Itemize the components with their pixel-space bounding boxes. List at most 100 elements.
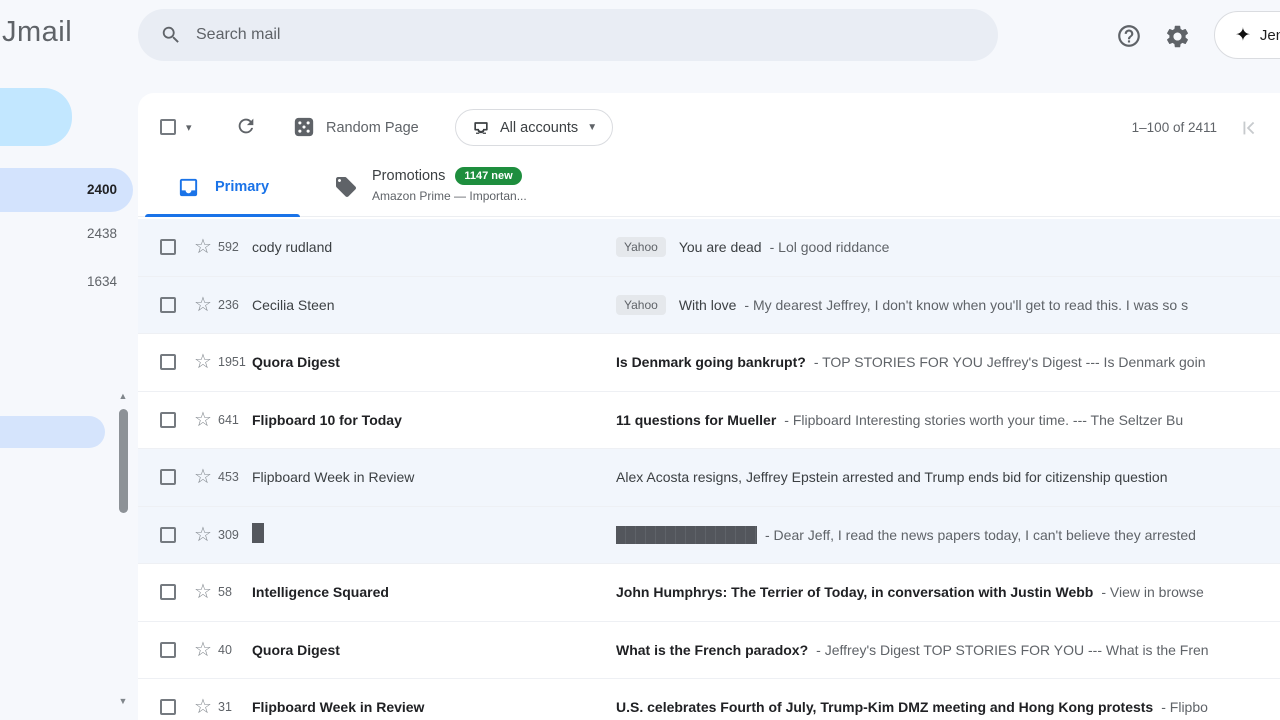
pagination-label: 1–100 of 2411 xyxy=(1132,120,1217,135)
email-snippet: - Dear Jeff, I read the news papers toda… xyxy=(765,527,1196,543)
sidebar-item-inbox[interactable]: 2400 xyxy=(0,168,133,212)
select-dropdown-caret[interactable]: ▾ xyxy=(186,121,192,134)
email-sender-text: Cecilia Steen xyxy=(252,297,335,313)
email-sender-text: Flipboard Week in Review xyxy=(252,699,424,715)
search-input[interactable] xyxy=(196,26,998,44)
email-subject-area: YahooYou are dead- Lol good riddance xyxy=(616,237,1280,257)
source-badge: Yahoo xyxy=(616,237,666,257)
tab-bar: Primary Promotions 1147 new Amazon Prime… xyxy=(138,158,1280,217)
email-row[interactable]: ☆58Intelligence Squared John Humphrys: Th… xyxy=(138,564,1280,622)
email-row[interactable]: ☆641Flipboard 10 for Today11 questions f… xyxy=(138,392,1280,450)
email-subject-area: Is Denmark going bankrupt?- TOP STORIES … xyxy=(616,354,1280,370)
email-subject-area: - Dear Jeff, I read the news papers toda… xyxy=(616,526,1280,544)
email-snippet: - Lol good riddance xyxy=(770,239,890,255)
email-row[interactable]: ☆40Quora Digest What is the French parado… xyxy=(138,622,1280,680)
email-count: 236 xyxy=(218,298,252,312)
email-sender: Flipboard 10 for Today xyxy=(252,412,616,428)
help-button[interactable] xyxy=(1112,19,1146,53)
all-accounts-dropdown[interactable]: All accounts ▼ xyxy=(455,109,613,146)
row-checkbox[interactable] xyxy=(160,527,176,543)
sidebar-pill[interactable] xyxy=(0,416,105,448)
star-icon[interactable]: ☆ xyxy=(194,352,215,372)
star-icon[interactable]: ☆ xyxy=(194,410,215,430)
email-snippet: - TOP STORIES FOR YOU Jeffrey's Digest -… xyxy=(814,354,1206,370)
app-logo: Jmail xyxy=(2,16,72,49)
email-sender-text: Quora Digest xyxy=(252,354,340,370)
new-count-badge: 1147 new xyxy=(455,167,521,185)
row-checkbox[interactable] xyxy=(160,239,176,255)
email-subject-area: What is the French paradox?- Jeffrey's D… xyxy=(616,642,1280,658)
star-icon[interactable]: ☆ xyxy=(194,525,215,545)
email-sender-text: Flipboard Week in Review xyxy=(252,469,414,485)
row-checkbox[interactable] xyxy=(160,297,176,313)
row-checkbox[interactable] xyxy=(160,642,176,658)
star-icon[interactable]: ☆ xyxy=(194,640,215,660)
email-subject: John Humphrys: The Terrier of Today, in … xyxy=(616,584,1093,600)
redacted-subject-block xyxy=(616,526,757,544)
email-snippet: - Flipbo xyxy=(1161,699,1208,715)
settings-button[interactable] xyxy=(1160,19,1194,53)
star-icon[interactable]: ☆ xyxy=(194,237,215,257)
email-row[interactable]: ☆453Flipboard Week in Review Alex Acosta … xyxy=(138,449,1280,507)
star-icon[interactable]: ☆ xyxy=(194,295,215,315)
active-tab-underline xyxy=(145,214,300,217)
email-sender-text: Quora Digest xyxy=(252,642,340,658)
sidebar-item-count[interactable]: 1634 xyxy=(0,274,117,289)
first-page-button[interactable] xyxy=(1238,117,1260,139)
email-row[interactable]: ☆31Flipboard Week in Review U.S. celebrat… xyxy=(138,679,1280,720)
row-checkbox[interactable] xyxy=(160,469,176,485)
inbox-count: 2400 xyxy=(87,168,117,212)
source-badge: Yahoo xyxy=(616,295,666,315)
email-sender-text: cody rudland xyxy=(252,239,332,255)
search-bar[interactable] xyxy=(138,9,998,61)
sidebar-item-count[interactable]: 2438 xyxy=(0,226,117,241)
row-checkbox[interactable] xyxy=(160,412,176,428)
email-row[interactable]: ☆309 - Dear Jeff, I read the news papers … xyxy=(138,507,1280,565)
email-subject-area: Yahoo With love - My dearest Jeffrey, I do… xyxy=(616,295,1280,315)
scrollbar-up-arrow[interactable]: ▲ xyxy=(117,391,129,401)
redacted-sender-block xyxy=(252,523,264,543)
email-subject: With love xyxy=(679,297,737,313)
email-snippet: - My dearest Jeffrey, I don't know when … xyxy=(744,297,1188,313)
email-subject-area: Alex Acosta resigns, Jeffrey Epstein arr… xyxy=(616,469,1280,485)
email-list: ☆592cody rudlandYahooYou are dead- Lol g… xyxy=(138,219,1280,720)
email-subject: U.S. celebrates Fourth of July, Trump-Ki… xyxy=(616,699,1153,715)
email-row[interactable]: ☆236Cecilia Steen Yahoo With love - My dear… xyxy=(138,277,1280,335)
star-icon[interactable]: ☆ xyxy=(194,467,215,487)
tab-promotions[interactable]: Promotions 1147 new Amazon Prime — Impor… xyxy=(320,158,590,217)
email-subject: 11 questions for Mueller xyxy=(616,412,776,428)
tab-primary[interactable]: Primary xyxy=(145,158,300,217)
row-checkbox[interactable] xyxy=(160,354,176,370)
email-sender: Intelligence Squared xyxy=(252,584,616,600)
email-sender-text: Intelligence Squared xyxy=(252,584,389,600)
star-icon[interactable]: ☆ xyxy=(194,582,215,602)
scrollbar-down-arrow[interactable]: ▼ xyxy=(117,696,129,706)
email-row[interactable]: ☆1951Quora DigestIs Denmark going bankru… xyxy=(138,334,1280,392)
row-checkbox[interactable] xyxy=(160,699,176,715)
tab-primary-label: Primary xyxy=(215,179,269,195)
random-page-button[interactable] xyxy=(293,116,315,138)
email-count: 31 xyxy=(218,700,252,714)
email-row[interactable]: ☆592cody rudland YahooYou are dead- Lol g… xyxy=(138,219,1280,277)
refresh-button[interactable] xyxy=(235,115,257,137)
profile-chip[interactable]: ✦ Jen xyxy=(1214,11,1280,59)
sparkle-icon: ✦ xyxy=(1235,26,1251,45)
random-page-label[interactable]: Random Page xyxy=(326,120,419,136)
email-count: 58 xyxy=(218,585,252,599)
row-checkbox[interactable] xyxy=(160,584,176,600)
email-count: 40 xyxy=(218,643,252,657)
scrollbar-thumb[interactable] xyxy=(119,409,128,513)
email-sender-text: Flipboard 10 for Today xyxy=(252,412,402,428)
email-snippet: - Jeffrey's Digest TOP STORIES FOR YOU -… xyxy=(816,642,1208,658)
email-count: 592 xyxy=(218,240,252,254)
refresh-icon xyxy=(235,115,257,137)
email-count: 309 xyxy=(218,528,252,542)
email-subject-area: U.S. celebrates Fourth of July, Trump-Ki… xyxy=(616,699,1280,715)
email-count: 453 xyxy=(218,470,252,484)
compose-button[interactable] xyxy=(0,88,72,146)
tag-icon xyxy=(334,175,358,199)
select-all-checkbox[interactable] xyxy=(160,119,176,135)
profile-name: Jen xyxy=(1260,27,1280,44)
chevron-down-icon: ▼ xyxy=(587,122,597,133)
star-icon[interactable]: ☆ xyxy=(194,697,215,717)
